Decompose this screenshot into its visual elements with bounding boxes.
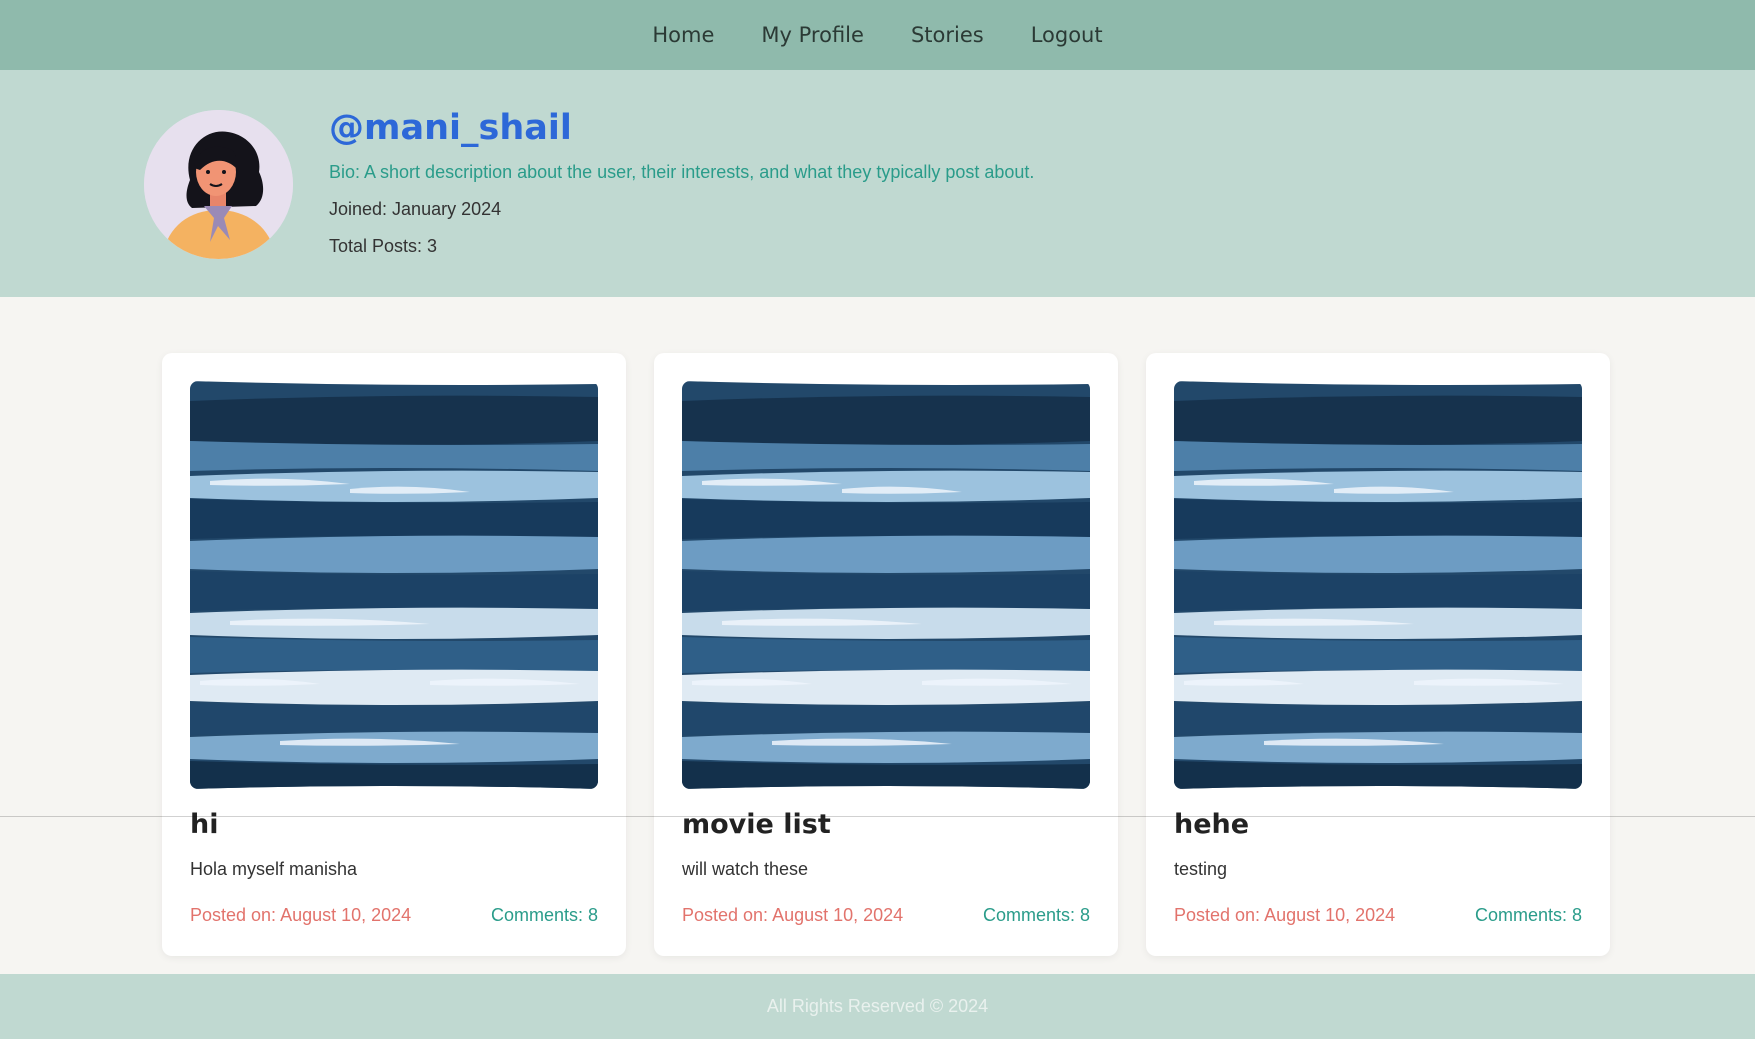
- post-comments-link[interactable]: Comments: 8: [491, 905, 598, 926]
- footer: All Rights Reserved © 2024: [0, 974, 1755, 1039]
- post-image[interactable]: [682, 381, 1090, 789]
- top-nav: Home My Profile Stories Logout: [0, 0, 1755, 70]
- profile-username: @mani_shail: [329, 108, 572, 148]
- profile-joined: Joined: January 2024: [329, 199, 502, 219]
- post-title[interactable]: movie list: [682, 809, 831, 840]
- post-description: will watch these: [682, 859, 809, 879]
- painting-image-icon: [1174, 381, 1582, 789]
- profile-total-posts: Total Posts: 3: [329, 236, 438, 256]
- post-date: Posted on: August 10, 2024: [682, 905, 904, 925]
- post-description: Hola myself manisha: [190, 859, 358, 879]
- avatar: [144, 110, 293, 259]
- post-card[interactable]: movie list will watch these Posted on: A…: [654, 353, 1118, 956]
- post-card[interactable]: hi Hola myself manisha Posted on: August…: [162, 353, 626, 956]
- nav-home[interactable]: Home: [652, 23, 714, 47]
- post-card[interactable]: hehe testing Posted on: August 10, 2024 …: [1146, 353, 1610, 956]
- footer-text: All Rights Reserved © 2024: [766, 996, 989, 1016]
- post-title[interactable]: hehe: [1174, 809, 1249, 840]
- profile-bio: Bio: A short description about the user,…: [329, 162, 1035, 182]
- profile-header: @mani_shail Bio: A short description abo…: [0, 70, 1755, 297]
- painting-image-icon: [190, 381, 598, 789]
- nav-logout[interactable]: Logout: [1031, 23, 1103, 47]
- nav-stories[interactable]: Stories: [911, 23, 984, 47]
- post-image[interactable]: [190, 381, 598, 789]
- nav-my-profile[interactable]: My Profile: [761, 23, 864, 47]
- woman-avatar-icon: [144, 110, 293, 259]
- post-image[interactable]: [1174, 381, 1582, 789]
- painting-image-icon: [682, 381, 1090, 789]
- post-title[interactable]: hi: [190, 809, 218, 840]
- divider-line: [0, 816, 1755, 817]
- post-date: Posted on: August 10, 2024: [1174, 905, 1396, 925]
- post-date: Posted on: August 10, 2024: [190, 905, 412, 925]
- post-comments-link[interactable]: Comments: 8: [983, 905, 1090, 926]
- post-description: testing: [1174, 859, 1228, 879]
- post-comments-link[interactable]: Comments: 8: [1475, 905, 1582, 926]
